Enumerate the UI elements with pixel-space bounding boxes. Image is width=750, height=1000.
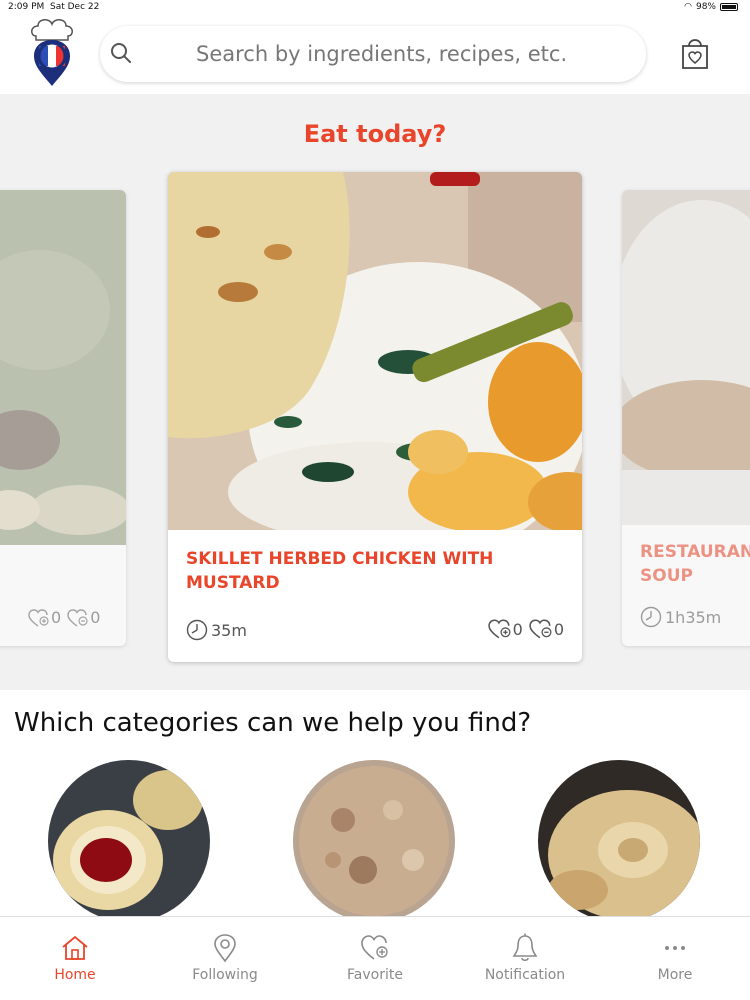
favorites-count: 0 [90, 608, 101, 627]
category-image [538, 760, 700, 922]
wifi-icon: ◠ [684, 2, 692, 12]
home-icon [62, 935, 88, 960]
heart-minus-icon [529, 619, 552, 639]
recipe-card-left[interactable]: 0 0 [0, 190, 126, 646]
recipe-card-featured[interactable]: SKILLET HERBED CHICKEN WITH MUSTARD 35m … [168, 172, 582, 662]
cook-time: 35m [186, 619, 247, 641]
heart-plus-icon [487, 619, 511, 639]
featured-title: Eat today? [303, 120, 447, 148]
tab-favorite[interactable]: Favorite [300, 917, 450, 1000]
status-time-date: 2:09 PM Sat Dec 22 [8, 2, 99, 12]
search-icon [111, 43, 131, 63]
bell-icon [512, 933, 538, 962]
recipe-title: SKILLET HERBED CHICKEN WITH MUSTARD [186, 549, 494, 593]
recipe-image [622, 190, 750, 525]
favorites-stat[interactable]: 0 [67, 608, 100, 627]
category-tarts[interactable] [48, 760, 210, 922]
likes-count: 0 [51, 608, 62, 627]
location-pin-icon [214, 934, 236, 963]
battery-percent: 98% [695, 2, 716, 12]
tab-more[interactable]: More [600, 917, 750, 1000]
tab-home-label: Home [54, 967, 96, 983]
cook-time: 1h35m [640, 606, 721, 628]
tab-more-label: More [657, 967, 693, 983]
recipe-stats: 0 0 [28, 608, 100, 627]
recipe-image [168, 172, 582, 530]
shopping-bag-heart-icon[interactable] [680, 36, 710, 70]
heart-plus-icon [28, 608, 49, 627]
favorites-count: 0 [553, 619, 564, 639]
search-bar[interactable] [100, 26, 646, 82]
category-image [48, 760, 210, 922]
app-logo-icon[interactable] [26, 16, 78, 88]
recipe-title: RESTAURANT SOUP [640, 542, 750, 586]
clock-icon [186, 619, 208, 641]
search-input[interactable] [196, 40, 636, 68]
tab-following[interactable]: Following [150, 917, 300, 1000]
featured-section: Eat today? 0 0 SKILLET HERBED CHICKEN WI… [0, 94, 750, 690]
tab-notification-label: Notification [484, 967, 566, 983]
categories-title: Which categories can we help you find? [14, 708, 532, 738]
battery-icon [720, 3, 738, 11]
tab-following-label: Following [192, 967, 258, 983]
status-date: Sat Dec 22 [50, 2, 100, 12]
recipe-stats: 0 0 [487, 619, 564, 639]
tab-notification[interactable]: Notification [450, 917, 600, 1000]
cook-time-value: 1h35m [665, 607, 722, 627]
tab-favorite-label: Favorite [347, 967, 403, 983]
cook-time-value: 35m [211, 620, 247, 640]
likes-stat[interactable]: 0 [28, 608, 61, 627]
likes-count: 0 [512, 619, 523, 639]
category-bread[interactable] [538, 760, 700, 922]
tab-home[interactable]: Home [0, 917, 150, 1000]
category-crumble[interactable] [293, 760, 455, 922]
status-bar: 2:09 PM Sat Dec 22 ◠ 98% [0, 0, 750, 14]
recipe-image [0, 190, 126, 545]
clock-icon [640, 606, 662, 628]
status-time: 2:09 PM [8, 2, 45, 12]
category-image [293, 760, 455, 922]
likes-stat[interactable]: 0 [487, 619, 523, 639]
more-dots-icon [665, 946, 685, 950]
heart-plus-icon [361, 935, 388, 960]
tab-bar: Home Following Favorite Notification Mor… [0, 916, 750, 1000]
header [0, 14, 750, 94]
recipe-card-right[interactable]: RESTAURANT SOUP 1h35m [622, 190, 750, 646]
favorites-stat[interactable]: 0 [529, 619, 564, 639]
heart-minus-icon [67, 608, 88, 627]
status-right: ◠ 98% [684, 2, 738, 12]
